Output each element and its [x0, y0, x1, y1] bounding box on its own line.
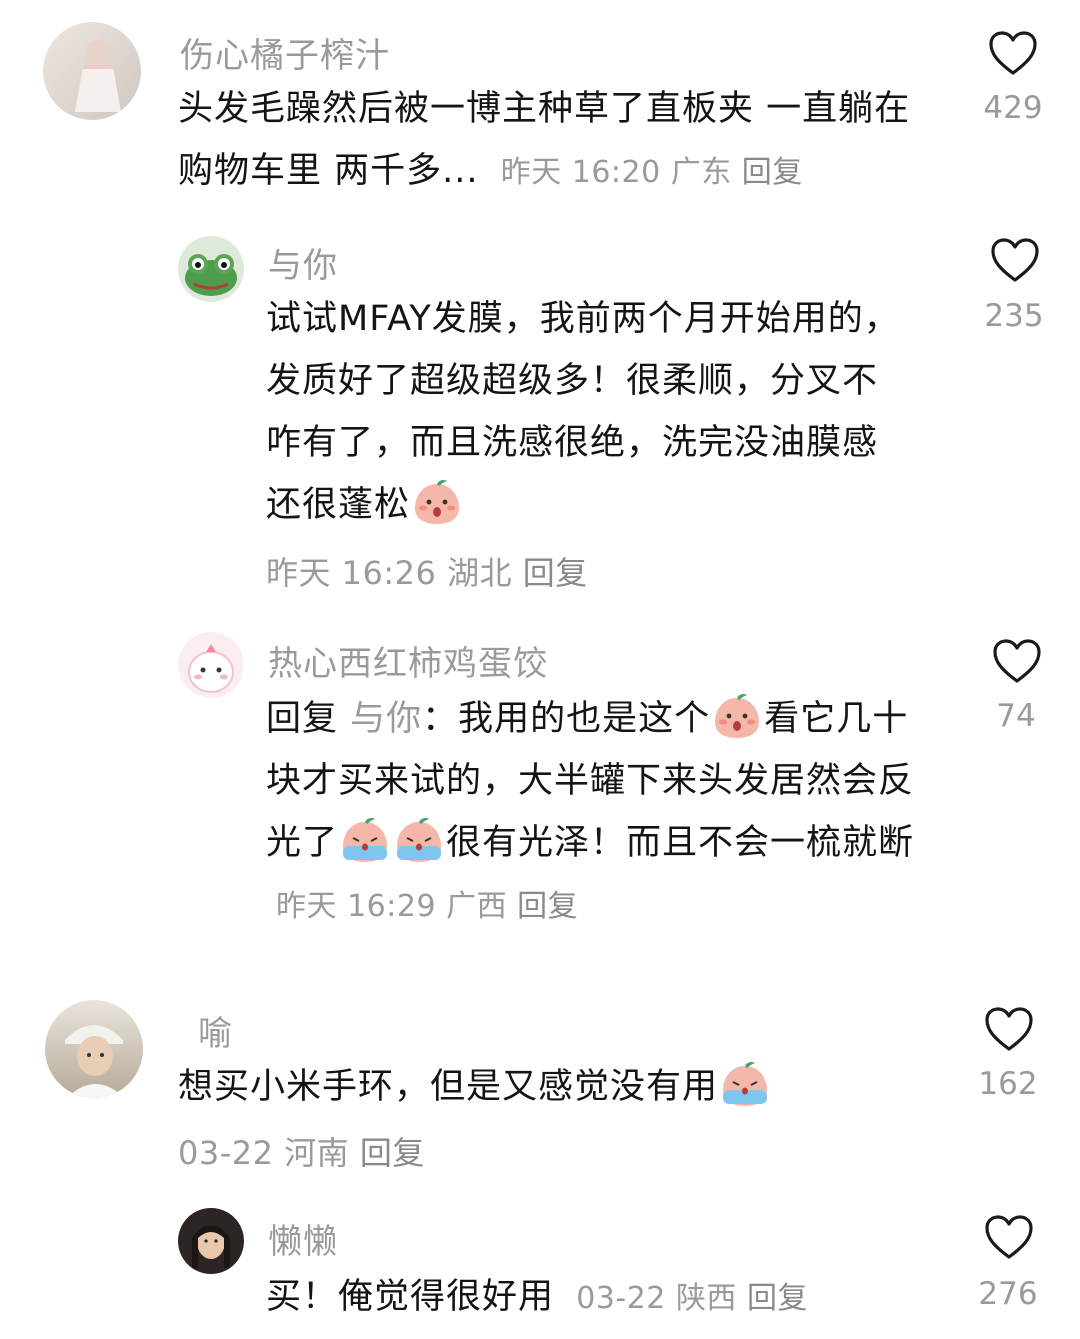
reply-prefix: 回复 — [266, 699, 339, 739]
comment-body: 想买小米手环，但是又感觉没有用 — [178, 1067, 719, 1107]
comment-time: 03-22 — [576, 1281, 666, 1316]
username[interactable]: 与你 — [268, 238, 338, 287]
comment-meta: 03-22 陕西 回复 — [566, 1281, 808, 1316]
crying-peach-emoji — [719, 1060, 771, 1108]
avatar[interactable] — [178, 236, 244, 302]
reply-button[interactable]: 回复 — [523, 554, 588, 592]
avatar[interactable] — [45, 1000, 143, 1098]
username[interactable]: 热心西红柿鸡蛋饺 — [268, 636, 548, 685]
heart-icon[interactable] — [992, 638, 1042, 684]
heart-icon[interactable] — [990, 237, 1040, 283]
comment-location: 广西 — [446, 889, 508, 924]
like-count: 74 — [996, 698, 1036, 734]
covering-mouth-peach-emoji — [711, 692, 763, 740]
comment-text: 回复 与你：我用的也是这个 看它几十块才买来试的，大半罐下来头发居然会反光了 很有光… — [266, 688, 916, 938]
avatar[interactable] — [43, 22, 141, 120]
heart-icon[interactable] — [988, 30, 1038, 76]
username[interactable]: 懒懒 — [268, 1214, 338, 1263]
reply-button[interactable]: 回复 — [517, 889, 578, 924]
comment-location: 河南 — [284, 1134, 350, 1172]
comment-meta: 昨天 16:20 广东 回复 — [491, 155, 803, 190]
comment-text: 买！俺觉得很好用 03-22 陕西 回复 — [266, 1266, 946, 1330]
comment-body: 试试MFAY发膜，我前两个月开始用的，发质好了超级超级多！很柔顺，分叉不咋有了，… — [266, 299, 900, 525]
comment-location: 陕西 — [675, 1281, 737, 1316]
reply-button[interactable]: 回复 — [742, 155, 803, 190]
comment-meta: 昨天 16:29 广西 回复 — [266, 889, 578, 924]
username[interactable]: 伤心橘子榨汁 — [180, 28, 390, 77]
comment-text: 试试MFAY发膜，我前两个月开始用的，发质好了超级超级多！很柔顺，分叉不咋有了，… — [266, 288, 906, 536]
shocked-peach-emoji — [411, 478, 463, 526]
heart-icon[interactable] — [984, 1214, 1034, 1260]
reply-to-user[interactable]: 与你 — [350, 699, 422, 739]
crying-peach-emoji — [339, 816, 391, 864]
comment-time: 03-22 — [178, 1134, 274, 1172]
reply-button[interactable]: 回复 — [747, 1281, 808, 1316]
like-count: 162 — [978, 1066, 1038, 1102]
reply-button[interactable]: 回复 — [360, 1134, 425, 1172]
crying-peach-emoji — [393, 816, 445, 864]
comment-text: 头发毛躁然后被一博主种草了直板夹 一直躺在购物车里 两千多... 昨天 16:2… — [178, 78, 918, 204]
username[interactable]: 喻 — [198, 1006, 233, 1055]
comment-location: 湖北 — [447, 554, 513, 592]
comment-body-a: ：我用的也是这个 — [422, 699, 711, 739]
comment-text: 想买小米手环，但是又感觉没有用 — [178, 1056, 938, 1118]
avatar[interactable] — [178, 1208, 244, 1274]
comment-meta: 03-22 河南 回复 — [178, 1128, 425, 1174]
comment-meta: 昨天 16:26 湖北 回复 — [266, 548, 588, 594]
avatar[interactable] — [178, 632, 244, 698]
like-count: 276 — [978, 1276, 1038, 1312]
comment-time: 昨天 16:29 — [276, 889, 437, 924]
comment-time: 昨天 16:26 — [266, 554, 437, 592]
comment-time: 昨天 16:20 — [500, 155, 661, 190]
comment-body-c: 很有光泽！而且不会一梳就断 — [446, 823, 915, 863]
comment-location: 广东 — [670, 155, 732, 190]
like-count: 235 — [984, 298, 1044, 334]
heart-icon[interactable] — [984, 1006, 1034, 1052]
comment-body: 买！俺觉得很好用 — [266, 1277, 555, 1317]
like-count: 429 — [983, 90, 1043, 126]
